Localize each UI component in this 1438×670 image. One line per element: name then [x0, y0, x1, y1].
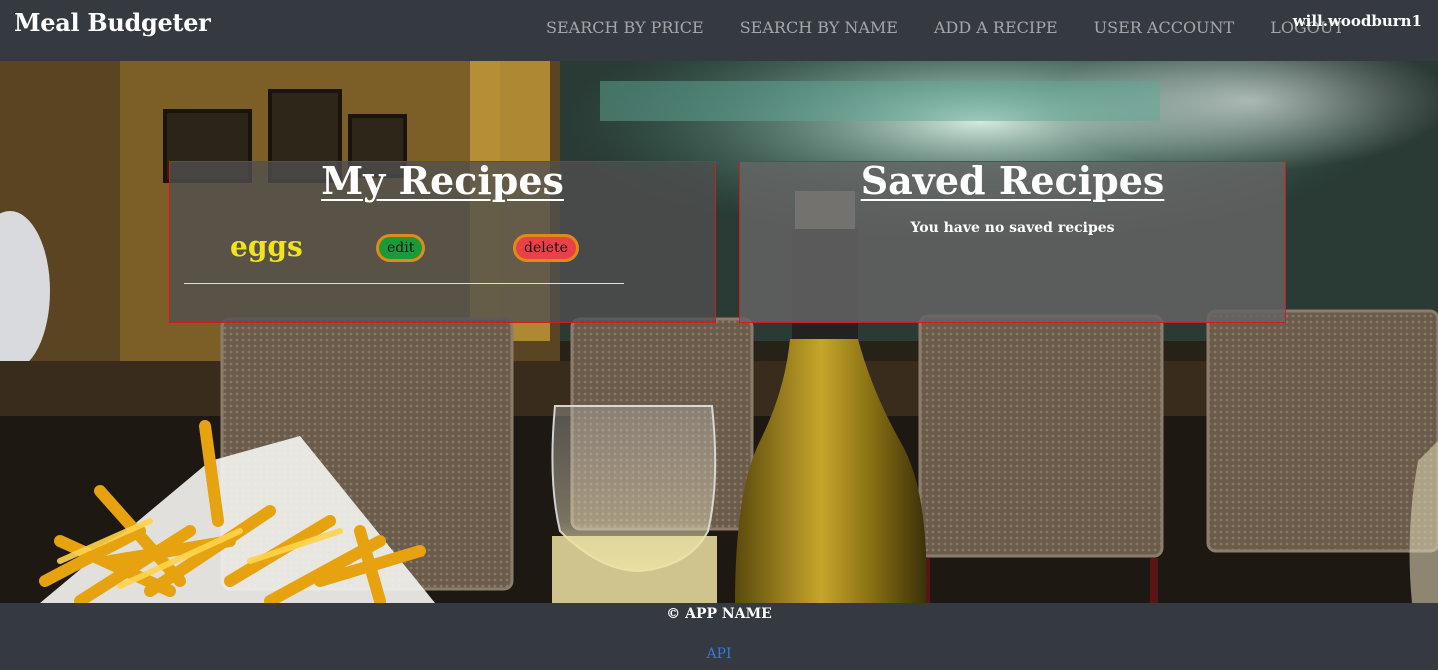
edit-recipe-button[interactable]: edit	[376, 234, 426, 262]
top-navbar: Meal Budgeter SEARCH BY PRICE SEARCH BY …	[0, 0, 1438, 61]
recipe-divider	[184, 283, 624, 284]
nav-link-search-by-name[interactable]: SEARCH BY NAME	[740, 18, 898, 37]
nav-links: SEARCH BY PRICE SEARCH BY NAME ADD A REC…	[546, 18, 1380, 37]
nav-link-user-account[interactable]: USER ACCOUNT	[1094, 18, 1235, 37]
api-link[interactable]: API	[0, 646, 1438, 662]
nav-link-add-recipe[interactable]: ADD A RECIPE	[934, 18, 1058, 37]
my-recipes-title: My Recipes	[321, 158, 564, 203]
saved-recipes-panel: Saved Recipes You have no saved recipes	[739, 158, 1286, 323]
brand-logo[interactable]: Meal Budgeter	[14, 8, 211, 37]
my-recipes-panel: My Recipes eggs edit delete	[169, 158, 716, 323]
delete-recipe-button[interactable]: delete	[513, 234, 579, 262]
footer-copyright: © APP NAME	[666, 606, 772, 622]
restaurant-background-image	[0, 61, 1438, 603]
no-saved-recipes-message: You have no saved recipes	[910, 220, 1115, 236]
saved-recipes-title: Saved Recipes	[860, 158, 1165, 203]
hero-background: My Recipes eggs edit delete Saved Recipe…	[0, 61, 1438, 603]
recipe-name: eggs	[230, 230, 303, 263]
nav-link-search-by-price[interactable]: SEARCH BY PRICE	[546, 18, 704, 37]
page-footer: © APP NAME API	[0, 603, 1438, 670]
username-label: will.woodburn1	[1292, 12, 1422, 30]
